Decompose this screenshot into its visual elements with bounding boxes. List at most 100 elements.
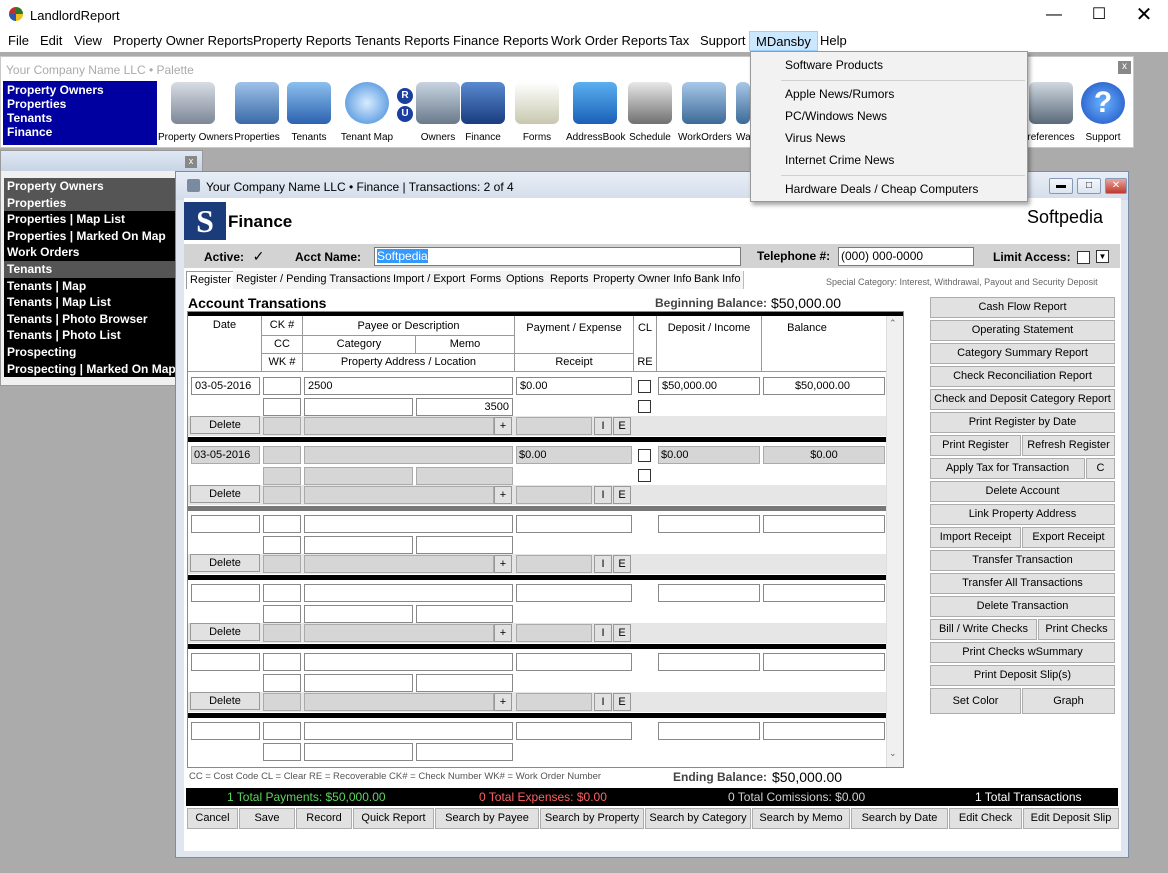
row5-ck[interactable] bbox=[263, 653, 301, 671]
row1-ck[interactable] bbox=[263, 377, 301, 395]
menu-item-hardware-deals[interactable]: Hardware Deals / Cheap Computers bbox=[785, 182, 978, 196]
row6-category[interactable] bbox=[304, 743, 413, 761]
row1-payee[interactable]: 2500 bbox=[304, 377, 513, 395]
print-checks-button[interactable]: Print Checks bbox=[1038, 619, 1115, 640]
side-nav-item[interactable]: Properties | Map List bbox=[4, 211, 176, 228]
side-nav-item[interactable]: Prospecting | Marked On Map bbox=[4, 360, 176, 378]
row1-re-checkbox[interactable] bbox=[638, 400, 651, 413]
r-badge-icon[interactable]: R bbox=[397, 88, 413, 104]
row1-memo[interactable]: 3500 bbox=[416, 398, 513, 416]
scroll-down-icon[interactable]: ⌄ bbox=[889, 748, 897, 759]
search-by-payee-button[interactable]: Search by Payee bbox=[435, 808, 539, 829]
row5-i-button[interactable]: I bbox=[594, 693, 612, 711]
row5-date[interactable] bbox=[191, 653, 260, 671]
side-nav-item[interactable]: Tenants | Map bbox=[4, 277, 176, 295]
side-nav-item[interactable]: Tenants | Photo Browser bbox=[4, 310, 176, 328]
palette-nav-properties[interactable]: Properties bbox=[7, 97, 153, 111]
row2-re-checkbox[interactable] bbox=[638, 469, 651, 482]
delete-transaction-button[interactable]: Delete Transaction bbox=[930, 596, 1115, 617]
tool-forms[interactable]: Forms bbox=[515, 82, 559, 143]
transfer-all-transactions-button[interactable]: Transfer All Transactions bbox=[930, 573, 1115, 594]
row5-wk[interactable] bbox=[263, 693, 301, 711]
row4-date[interactable] bbox=[191, 584, 260, 602]
row1-payment[interactable]: $0.00 bbox=[516, 377, 632, 395]
row3-deposit[interactable] bbox=[658, 515, 760, 533]
row5-category[interactable] bbox=[304, 674, 413, 692]
side-nav-item[interactable]: Prospecting bbox=[4, 343, 176, 361]
row3-add-button[interactable]: + bbox=[494, 555, 512, 573]
menu-item-internet-crime-news[interactable]: Internet Crime News bbox=[785, 153, 894, 167]
row4-add-button[interactable]: + bbox=[494, 624, 512, 642]
row6-payee[interactable] bbox=[304, 722, 513, 740]
menu-mdansby[interactable]: MDansby bbox=[749, 31, 818, 51]
edit-deposit-slip-button[interactable]: Edit Deposit Slip bbox=[1023, 808, 1119, 829]
row5-receipt[interactable] bbox=[516, 693, 592, 711]
row2-payee[interactable] bbox=[304, 446, 513, 464]
menu-view[interactable]: View bbox=[74, 33, 102, 48]
row3-date[interactable] bbox=[191, 515, 260, 533]
row2-add-button[interactable]: + bbox=[494, 486, 512, 504]
transfer-transaction-button[interactable]: Transfer Transaction bbox=[930, 550, 1115, 571]
row1-add-button[interactable]: + bbox=[494, 417, 512, 435]
row3-delete-button[interactable]: Delete bbox=[190, 554, 260, 572]
row6-payment[interactable] bbox=[516, 722, 632, 740]
row3-ck[interactable] bbox=[263, 515, 301, 533]
side-nav-close-icon[interactable]: x bbox=[185, 156, 197, 168]
search-by-category-button[interactable]: Search by Category bbox=[645, 808, 751, 829]
export-receipt-button[interactable]: Export Receipt bbox=[1022, 527, 1115, 548]
menu-item-pc-windows-news[interactable]: PC/Windows News bbox=[785, 109, 887, 123]
row2-delete-button[interactable]: Delete bbox=[190, 485, 260, 503]
print-register-button[interactable]: Print Register bbox=[930, 435, 1021, 456]
tool-owners[interactable]: Owners bbox=[416, 82, 460, 143]
row1-wk[interactable] bbox=[263, 417, 301, 435]
row4-ck[interactable] bbox=[263, 584, 301, 602]
register-scrollbar[interactable] bbox=[886, 316, 903, 767]
row4-receipt[interactable] bbox=[516, 624, 592, 642]
graph-button[interactable]: Graph bbox=[1022, 688, 1115, 714]
tab-reports[interactable]: Reports bbox=[547, 271, 593, 289]
side-nav-item[interactable]: Property Owners bbox=[4, 178, 176, 195]
row2-e-button[interactable]: E bbox=[613, 486, 631, 504]
scroll-up-icon[interactable]: ⌃ bbox=[889, 318, 897, 329]
tool-finance[interactable]: Finance bbox=[461, 82, 505, 143]
row4-payment[interactable] bbox=[516, 584, 632, 602]
tab-import-export[interactable]: Import / Export bbox=[390, 271, 470, 289]
row3-receipt[interactable] bbox=[516, 555, 592, 573]
row4-category[interactable] bbox=[304, 605, 413, 623]
set-color-button[interactable]: Set Color bbox=[930, 688, 1021, 714]
row5-payee[interactable] bbox=[304, 653, 513, 671]
c-button[interactable]: C bbox=[1086, 458, 1115, 479]
row5-cc[interactable] bbox=[263, 674, 301, 692]
row2-address[interactable] bbox=[304, 486, 494, 504]
edit-check-button[interactable]: Edit Check bbox=[949, 808, 1022, 829]
menu-property-owner-reports[interactable]: Property Owner Reports bbox=[113, 33, 253, 48]
close-icon[interactable]: ✕ bbox=[1121, 0, 1167, 30]
tab-property-owner-info[interactable]: Property Owner Info bbox=[590, 271, 696, 289]
row1-receipt[interactable] bbox=[516, 417, 592, 435]
record-button[interactable]: Record bbox=[296, 808, 352, 829]
row6-memo[interactable] bbox=[416, 743, 513, 761]
side-nav-item[interactable]: Tenants bbox=[4, 260, 176, 278]
row3-category[interactable] bbox=[304, 536, 413, 554]
tab-register[interactable]: Register bbox=[186, 271, 235, 289]
side-nav-item[interactable]: Properties bbox=[4, 194, 176, 212]
row1-address[interactable] bbox=[304, 417, 494, 435]
row2-wk[interactable] bbox=[263, 486, 301, 504]
row5-add-button[interactable]: + bbox=[494, 693, 512, 711]
finance-minimize-icon[interactable]: ▬ bbox=[1049, 178, 1073, 194]
cash-flow-report-button[interactable]: Cash Flow Report bbox=[930, 297, 1115, 318]
tool-tenant-map[interactable]: Tenant Map bbox=[339, 82, 395, 143]
row2-cl-checkbox[interactable] bbox=[638, 449, 651, 462]
palette-nav-property-owners[interactable]: Property Owners bbox=[7, 83, 153, 97]
row3-address[interactable] bbox=[304, 555, 494, 573]
menu-tenants-reports[interactable]: Tenants Reports bbox=[355, 33, 450, 48]
row1-deposit[interactable]: $50,000.00 bbox=[658, 377, 760, 395]
tab-register-pending[interactable]: Register / Pending Transactions bbox=[233, 271, 396, 289]
link-property-address-button[interactable]: Link Property Address bbox=[930, 504, 1115, 525]
palette-nav-tenants[interactable]: Tenants bbox=[7, 111, 153, 125]
row2-payment[interactable]: $0.00 bbox=[516, 446, 632, 464]
refresh-register-button[interactable]: Refresh Register bbox=[1022, 435, 1115, 456]
search-by-memo-button[interactable]: Search by Memo bbox=[752, 808, 850, 829]
quick-report-button[interactable]: Quick Report bbox=[353, 808, 434, 829]
row6-deposit[interactable] bbox=[658, 722, 760, 740]
